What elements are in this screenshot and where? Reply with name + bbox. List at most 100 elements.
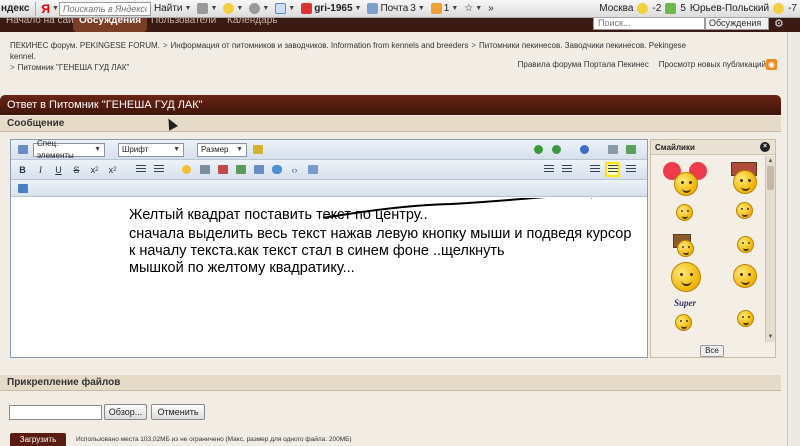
chevron-down-icon: ▼ <box>475 5 483 12</box>
redo-icon[interactable] <box>549 142 564 157</box>
bullet-list-icon[interactable] <box>133 162 148 177</box>
preview-icon[interactable] <box>605 142 620 157</box>
email-icon[interactable] <box>215 162 230 177</box>
chevron-down-icon[interactable]: ▼ <box>52 5 59 12</box>
weather-count: 5 <box>680 3 686 14</box>
indent-icon[interactable] <box>541 162 556 177</box>
strikethrough-button[interactable]: S <box>69 162 84 177</box>
table-glyph <box>307 165 318 174</box>
location-button[interactable]: ▼ <box>246 3 272 14</box>
weather-widget: Москва -2 5 Юрьев-Польский -7 <box>599 3 800 14</box>
nav-tab-calendar[interactable]: Календарь <box>221 18 283 32</box>
numbered-list-icon[interactable] <box>151 162 166 177</box>
font-select[interactable]: Шрифт ▼ <box>118 142 184 157</box>
smiley-pigtails[interactable] <box>674 172 698 196</box>
font-label: Шрифт <box>122 144 149 154</box>
upload-button[interactable]: Загрузить <box>10 433 66 446</box>
site-search-input[interactable]: Поиск... <box>593 18 705 30</box>
smiley-laugh[interactable] <box>736 202 753 219</box>
chevron-down-icon: ▼ <box>451 5 459 12</box>
page-scrollbar[interactable] <box>787 32 800 446</box>
link-icon[interactable] <box>197 162 212 177</box>
close-icon[interactable]: × <box>760 142 770 152</box>
undo-icon[interactable] <box>531 142 546 157</box>
align-glyph <box>607 165 618 174</box>
toggle-source-icon[interactable] <box>623 142 638 157</box>
subscript-button[interactable]: x2 <box>87 162 102 177</box>
nav-tab-discussions[interactable]: Обсуждения <box>73 18 148 32</box>
file-path-input[interactable] <box>9 405 102 420</box>
align-left-icon[interactable] <box>587 162 602 177</box>
table-icon[interactable] <box>305 162 320 177</box>
rss-icon[interactable]: ◉ <box>766 59 777 70</box>
scroll-up-icon[interactable]: ▲ <box>767 157 774 165</box>
yandex-search-input[interactable] <box>58 1 151 16</box>
nav-tab-home[interactable]: Начало на сайт <box>0 18 84 32</box>
align-right-icon[interactable] <box>623 162 638 177</box>
chevron-down-icon: ▼ <box>354 5 362 12</box>
size-select[interactable]: Размер ▼ <box>197 142 247 157</box>
chevron-down-icon: ▼ <box>173 145 180 153</box>
smiley-sign[interactable] <box>733 170 757 194</box>
gear-icon[interactable]: ⚙ <box>774 18 784 30</box>
breadcrumb-current[interactable]: Питомник "ГЕНЕША ГУД ЛАК" <box>18 63 130 72</box>
bold-button[interactable]: B <box>15 162 30 177</box>
notifications-button[interactable]: 1 ▼ <box>428 3 462 14</box>
align-center-icon[interactable] <box>605 162 620 177</box>
smiley-teacher[interactable] <box>677 240 694 257</box>
email-glyph <box>217 165 228 174</box>
mail-button[interactable]: Почта 3 ▼ <box>364 3 427 14</box>
media-icon[interactable] <box>251 162 266 177</box>
color-picker-icon[interactable] <box>250 142 265 157</box>
chevron-down-icon: ▼ <box>94 145 101 153</box>
smiley-wow[interactable] <box>737 310 754 327</box>
outdent-icon[interactable] <box>559 162 574 177</box>
image-icon[interactable] <box>233 162 248 177</box>
special-elements-select[interactable]: Спец. элементы ▼ <box>33 139 105 160</box>
smiley-super[interactable] <box>671 262 701 292</box>
remove-format-icon[interactable] <box>15 142 30 157</box>
forum-rules-link[interactable]: Правила форума Портала Пекинес <box>518 60 649 69</box>
find-button[interactable]: Найти ▼ <box>151 3 194 14</box>
code-icon[interactable]: ‹› <box>287 162 302 177</box>
cancel-button[interactable]: Отменить <box>151 404 205 420</box>
weather-button[interactable]: ▼ <box>220 3 246 14</box>
smiley-thumbs-up[interactable] <box>733 264 757 288</box>
more-button[interactable]: » <box>485 3 497 14</box>
smiley-knight[interactable] <box>675 314 692 331</box>
new-posts-link[interactable]: Просмотр новых публикаций <box>659 60 766 69</box>
browse-button[interactable]: Обзор... <box>104 404 147 420</box>
translate-button[interactable]: ▼ <box>194 3 220 14</box>
source-glyph <box>625 145 636 154</box>
quote-icon[interactable] <box>269 162 284 177</box>
user-icon <box>301 3 313 14</box>
resize-editor-icon[interactable] <box>15 181 30 196</box>
media-glyph <box>253 165 264 174</box>
scroll-thumb[interactable] <box>767 166 774 190</box>
smilies-all-button[interactable]: Все <box>700 345 724 357</box>
yandex-logo[interactable]: Я <box>39 2 52 16</box>
message-section-title: Сообщение <box>0 116 781 132</box>
smilies-scrollbar[interactable]: ▲ ▼ <box>765 156 775 342</box>
user-button[interactable]: gri-1965 ▼ <box>298 3 364 14</box>
superscript-button[interactable]: x2 <box>105 162 120 177</box>
search-scope-select[interactable]: Обсуждения <box>705 18 769 30</box>
smilies-title: Смайлики <box>655 143 695 152</box>
chevron-down-icon: ▼ <box>288 5 296 12</box>
smiley-yawn[interactable] <box>737 236 754 253</box>
reminder-button[interactable]: ▼ <box>272 3 298 14</box>
bookmark-button[interactable]: ☆ ▼ <box>461 3 485 14</box>
editor-content[interactable]: Желтый квадрат поставить текст по центру… <box>11 198 647 357</box>
italic-button[interactable]: I <box>33 162 48 177</box>
nav-tab-users[interactable]: Пользователи <box>145 18 222 32</box>
smiley-grin[interactable] <box>676 204 693 221</box>
breadcrumb-kennels-info[interactable]: Информация от питомников и заводчиков. I… <box>171 41 469 50</box>
username: gri-1965 <box>314 3 353 14</box>
scroll-down-icon[interactable]: ▼ <box>767 333 774 341</box>
breadcrumb-forum[interactable]: ПЕКИНЕС форум. PEKINGESE FORUM. <box>10 41 160 50</box>
help-icon[interactable] <box>577 142 592 157</box>
editor-toolbar-row-2: B I U S x2 x2 ‹› <box>11 160 647 180</box>
find-button-label: Найти <box>153 3 183 14</box>
emoticon-icon[interactable] <box>179 162 194 177</box>
underline-button[interactable]: U <box>51 162 66 177</box>
